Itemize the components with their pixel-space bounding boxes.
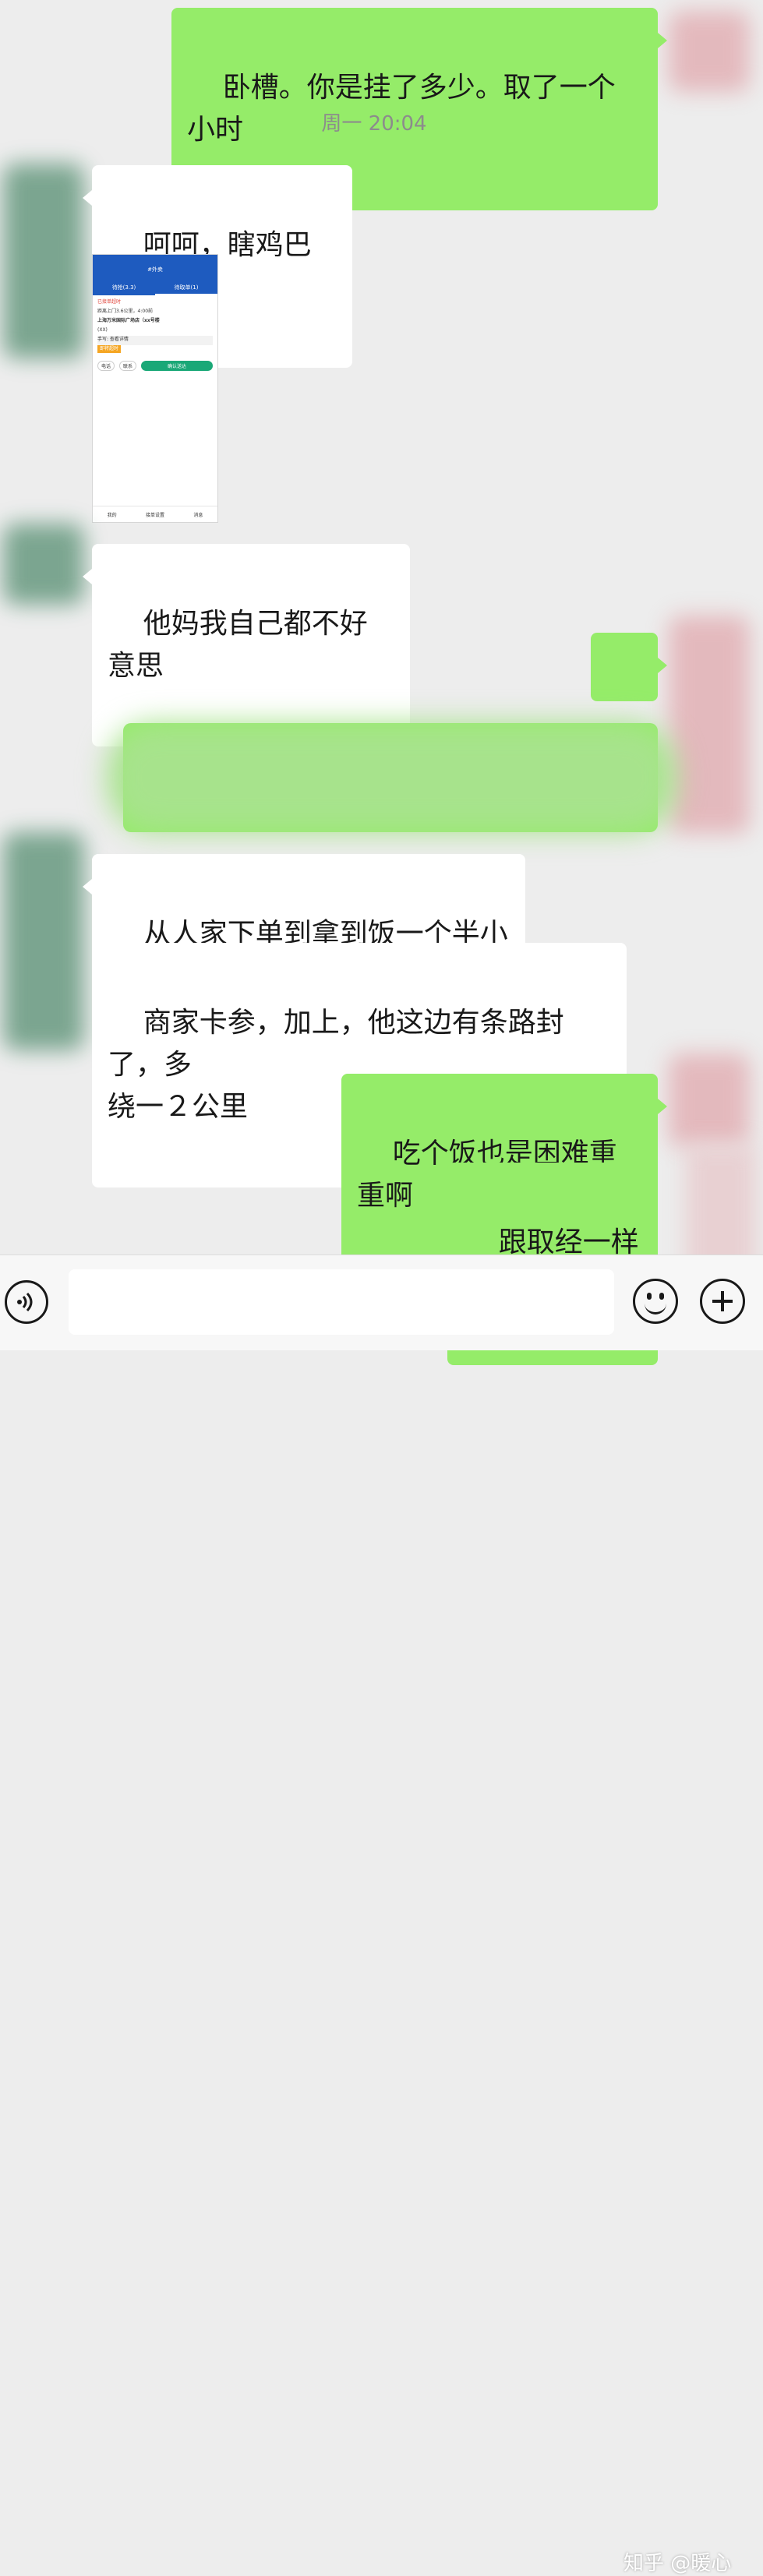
screenshot-image-message[interactable]: #外卖 待抢(3.3) 待取单(1) 已接单超时 距离上门3.6公里，4:00前… <box>92 254 218 523</box>
message-text: 他妈我自己都不好意思 <box>108 608 368 682</box>
my-avatar[interactable] <box>669 616 750 834</box>
thumb-line: 已接单超时 <box>97 299 122 305</box>
thumb-tag-row: 即将超时 <box>97 345 213 355</box>
thumb-title: #外卖 <box>147 266 163 273</box>
thumb-order-card: 已接单超时 距离上门3.6公里，4:00前 上海万米国际广场店（xx号楼 (XX… <box>93 295 217 358</box>
message-bubble-received[interactable]: 他妈我自己都不好意思 <box>83 544 410 746</box>
redaction-blur <box>108 723 676 832</box>
chat-timestamp: 周一 20:04 <box>321 112 427 136</box>
thumb-line: 手写: 查看详情 <box>97 336 213 345</box>
thumb-call-button: 电话 <box>97 361 115 371</box>
message-text: 跟取经一样 <box>498 1226 639 1258</box>
peer-avatar[interactable] <box>3 832 84 1050</box>
thumb-line: 上海万米国际广场店（xx号楼 <box>97 318 160 323</box>
thumb-tab: 待抢(3.3) <box>111 284 136 291</box>
thumb-header: #外卖 待抢(3.3) 待取单(1) <box>93 255 217 295</box>
my-avatar[interactable] <box>669 1053 750 1147</box>
voice-icon[interactable] <box>5 1280 48 1324</box>
watermark: 知乎 @暖心 <box>623 2552 732 2575</box>
plus-icon[interactable] <box>700 1279 745 1324</box>
peer-avatar[interactable] <box>3 524 84 605</box>
thumb-buttons: 电话 联系 确认送达 <box>93 358 217 374</box>
thumb-footer: 我的 接单设置 消息 <box>93 506 217 522</box>
thumb-contact-button: 联系 <box>119 361 137 371</box>
input-bar: 知乎 @暖心 <box>0 1254 763 2575</box>
thumb-footer-item: 消息 <box>193 512 203 518</box>
my-avatar[interactable] <box>669 11 750 92</box>
thumb-confirm-button: 确认送达 <box>141 361 213 371</box>
emoji-message-bubble[interactable] <box>591 633 667 773</box>
thumb-tabs: 待抢(3.3) 待取单(1) <box>93 280 217 295</box>
thumb-footer-item: 我的 <box>107 512 117 518</box>
message-input[interactable] <box>69 1269 614 1335</box>
emoji-icon[interactable] <box>633 1279 678 1324</box>
peer-avatar[interactable] <box>3 164 84 358</box>
thumb-footer-item: 接单设置 <box>145 512 164 518</box>
thumb-tag: 即将超时 <box>97 345 122 353</box>
thumb-tab-active: 待取单(1) <box>155 280 217 295</box>
thumb-line: 距离上门3.6公里，4:00前 <box>97 309 154 314</box>
redacted-message-bubble[interactable] <box>108 723 676 832</box>
chat-area[interactable]: 卧槽。你是挂了多少。取了一个小时 周一 20:04 呵呵，瞎鸡巴派单 #外卖 待… <box>0 0 763 1365</box>
thumb-line: (XX) <box>97 327 108 333</box>
